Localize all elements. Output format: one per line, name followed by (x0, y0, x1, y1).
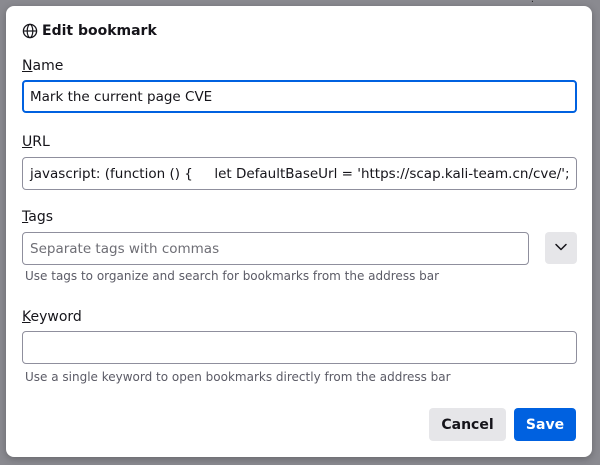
save-button[interactable]: Save (514, 408, 576, 441)
tags-label-text: ags (28, 209, 53, 225)
tags-help-text: Use tags to organize and search for book… (25, 269, 440, 283)
keyword-help-text: Use a single keyword to open bookmarks d… (25, 370, 451, 384)
name-label-text: ame (32, 58, 64, 74)
tags-input-placeholder: Separate tags with commas (30, 240, 220, 257)
cancel-button[interactable]: Cancel (429, 408, 506, 441)
chevron-down-icon (554, 239, 568, 258)
url-input-value: javascript: (function () { let DefaultBa… (30, 165, 577, 182)
name-label: Name (22, 58, 63, 74)
keyword-label: Keyword (22, 309, 82, 325)
url-label: URL (22, 134, 50, 150)
name-label-accesskey: N (22, 58, 33, 74)
name-input-value: Mark the current page CVE (30, 88, 213, 105)
globe-icon (22, 23, 38, 39)
dialog-title: Edit bookmark (42, 23, 157, 39)
url-label-accesskey: U (22, 134, 33, 150)
tags-input[interactable]: Separate tags with commas (22, 232, 529, 265)
keyword-input[interactable] (22, 331, 577, 364)
tags-expander-button[interactable] (545, 232, 577, 264)
keyword-label-text: eyword (30, 309, 82, 325)
tags-label: Tags (22, 209, 53, 225)
edit-bookmark-dialog: Edit bookmark Name Mark the current page… (6, 6, 592, 457)
name-input[interactable]: Mark the current page CVE (22, 80, 577, 113)
url-input[interactable]: javascript: (function () { let DefaultBa… (22, 157, 577, 190)
url-label-text: RL (32, 134, 50, 150)
dialog-header: Edit bookmark (22, 22, 157, 40)
